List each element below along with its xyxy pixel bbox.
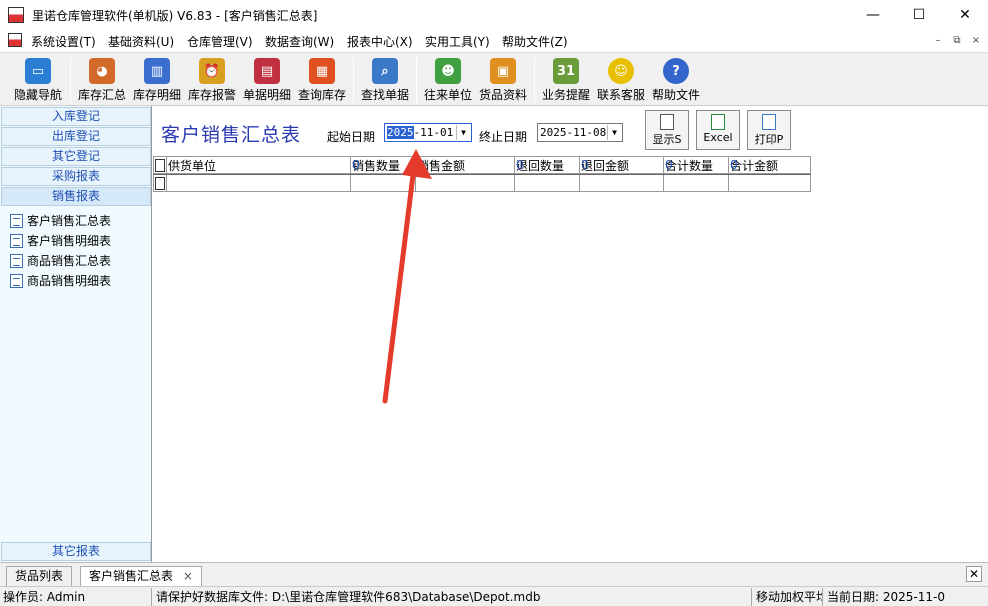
magnifier-icon: ⌕ (372, 58, 398, 84)
chevron-down-icon[interactable]: ▼ (456, 125, 470, 140)
mdi-minimize-button[interactable]: – (930, 33, 946, 49)
excel-export-button[interactable]: Excel (696, 110, 740, 150)
help-file-button[interactable]: ? 帮助文件 (649, 55, 703, 105)
maximize-button[interactable]: ☐ (896, 0, 942, 30)
total-cell-total-amount: 0 (728, 156, 811, 174)
document-icon (10, 214, 23, 228)
app-icon (8, 7, 24, 23)
hide-nav-button[interactable]: ▭ 隐藏导航 (10, 55, 66, 105)
end-date-label: 终止日期 (479, 130, 528, 144)
people-icon: ☻ (435, 58, 461, 84)
document-tab-bar: 货品列表 客户销售汇总表 × ✕ (0, 562, 988, 586)
document-icon (10, 274, 23, 288)
chevron-down-icon[interactable]: ▼ (607, 125, 621, 140)
pie-chart-icon: ◕ (89, 58, 115, 84)
sidebar-tab-other-reports[interactable]: 其它报表 (1, 542, 151, 561)
show-button[interactable]: 显示S (645, 110, 689, 150)
totals-row: 0 0 0 0 0 0 (153, 156, 811, 174)
start-date-label: 起始日期 (327, 130, 376, 144)
total-cell-return-amount: 0 (579, 156, 664, 174)
sidebar-tab-sales-reports[interactable]: 销售报表 (1, 187, 151, 206)
query-stock-button[interactable]: ▦ 查询库存 (296, 55, 348, 105)
find-bill-button[interactable]: ⌕ 查找单据 (358, 55, 412, 105)
row-selector[interactable] (153, 174, 167, 192)
partners-button[interactable]: ☻ 往来单位 (421, 55, 475, 105)
navigation-sidebar: 入库登记 出库登记 其它登记 采购报表 销售报表 客户销售汇总表 客户销售明细表… (0, 106, 152, 562)
stock-detail-button[interactable]: ▥ 库存明细 (131, 55, 183, 105)
total-cell-supplier (166, 156, 351, 174)
stock-summary-button[interactable]: ◕ 库存汇总 (76, 55, 128, 105)
sidebar-tab-purchase-reports[interactable]: 采购报表 (1, 167, 151, 186)
status-current-date: 当前日期: 2025-11-0 (827, 590, 945, 604)
totals-table: 0 0 0 0 0 0 (153, 156, 811, 174)
status-message: 请保护好数据库文件: D:\里诺仓库管理软件683\Database\Depot… (153, 588, 752, 606)
red-arrow-annotation (382, 149, 432, 404)
minimize-button[interactable]: — (850, 0, 896, 30)
sidebar-item-product-sales-summary[interactable]: 商品销售汇总表 (10, 252, 111, 270)
calendar-icon: 31 (553, 58, 579, 84)
monitor-icon: ▭ (25, 58, 51, 84)
document-icon (10, 234, 23, 248)
table-cell[interactable] (514, 174, 580, 192)
table-row[interactable] (153, 174, 811, 192)
menu-system-settings[interactable]: 系统设置(T) (31, 33, 96, 50)
business-reminder-button[interactable]: 31 业务提醒 (539, 55, 593, 105)
report-panel: 客户销售汇总表 起始日期 2025-11-01 ▼ 终止日期 2025-11-0… (153, 106, 988, 562)
bar-chart-icon: ▥ (144, 58, 170, 84)
menu-help[interactable]: 帮助文件(Z) (502, 33, 568, 50)
alarm-icon: ⏰ (199, 58, 225, 84)
tab-goods-list[interactable]: 货品列表 (6, 566, 73, 586)
close-all-tabs-button[interactable]: ✕ (966, 566, 982, 582)
close-icon[interactable]: × (183, 569, 193, 583)
sidebar-tab-other[interactable]: 其它登记 (1, 147, 151, 166)
total-cell-return-qty: 0 (514, 156, 580, 174)
status-operator: 操作员: Admin (0, 588, 152, 606)
table-cell[interactable] (728, 174, 811, 192)
print-button[interactable]: 打印P (747, 110, 791, 150)
start-date-picker[interactable]: 2025-11-01 ▼ (384, 123, 472, 142)
table-cell[interactable] (579, 174, 664, 192)
table-cell[interactable] (166, 174, 351, 192)
toolbar: ▭ 隐藏导航 ◕ 库存汇总 ▥ 库存明细 ⏰ 库存报警 ▤ 单据明细 ▦ 查询库… (0, 52, 988, 106)
status-bar: 操作员: Admin 请保护好数据库文件: D:\里诺仓库管理软件683\Dat… (0, 586, 988, 606)
mdi-close-button[interactable]: × (968, 33, 984, 49)
smiley-icon: ☺ (608, 58, 634, 84)
menu-bar: 系统设置(T) 基础资料(U) 仓库管理(V) 数据查询(W) 报表中心(X) … (0, 30, 988, 52)
row-selector (153, 156, 167, 174)
window-title: 里诺仓库管理软件(单机版) V6.83 - [客户销售汇总表] (32, 9, 318, 23)
close-button[interactable]: ✕ (942, 0, 988, 30)
menu-basic-data[interactable]: 基础资料(U) (108, 33, 174, 50)
status-cost-method: 移动加权平均法 (753, 588, 823, 606)
box-icon: ▣ (490, 58, 516, 84)
sidebar-item-product-sales-detail[interactable]: 商品销售明细表 (10, 272, 111, 290)
tab-customer-sales-summary[interactable]: 客户销售汇总表 × (80, 566, 202, 586)
chart-query-icon: ▦ (309, 58, 335, 84)
sidebar-tab-outbound[interactable]: 出库登记 (1, 127, 151, 146)
table-cell[interactable] (663, 174, 729, 192)
sidebar-tab-inbound[interactable]: 入库登记 (1, 107, 151, 126)
stock-alarm-button[interactable]: ⏰ 库存报警 (186, 55, 238, 105)
excel-icon (711, 114, 725, 130)
contact-support-button[interactable]: ☺ 联系客服 (594, 55, 648, 105)
print-preview-icon (762, 114, 776, 130)
mdi-restore-button[interactable]: ⧉ (949, 33, 965, 49)
menu-warehouse[interactable]: 仓库管理(V) (187, 33, 253, 50)
page-icon (660, 114, 674, 130)
menu-data-query[interactable]: 数据查询(W) (265, 33, 334, 50)
documents-icon: ▤ (254, 58, 280, 84)
app-menu-icon[interactable] (8, 33, 22, 47)
menu-report-center[interactable]: 报表中心(X) (347, 33, 413, 50)
end-date-picker[interactable]: 2025-11-08 ▼ (537, 123, 623, 142)
sidebar-item-customer-sales-detail[interactable]: 客户销售明细表 (10, 232, 111, 250)
help-icon: ? (663, 58, 689, 84)
document-icon (10, 254, 23, 268)
goods-data-button[interactable]: ▣ 货品资料 (476, 55, 530, 105)
sidebar-item-customer-sales-summary[interactable]: 客户销售汇总表 (10, 212, 111, 230)
total-cell-total-qty: 0 (663, 156, 729, 174)
menu-tools[interactable]: 实用工具(Y) (425, 33, 490, 50)
title-bar: 里诺仓库管理软件(单机版) V6.83 - [客户销售汇总表] — ☐ ✕ (0, 0, 988, 30)
page-title: 客户销售汇总表 (161, 124, 302, 146)
bill-detail-button[interactable]: ▤ 单据明细 (241, 55, 293, 105)
